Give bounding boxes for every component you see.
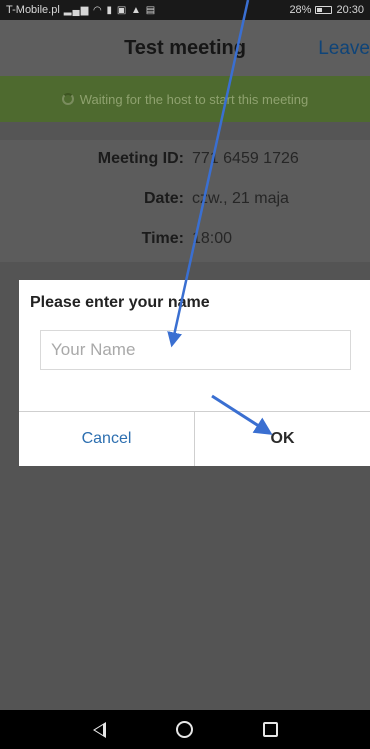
home-icon[interactable] — [175, 721, 193, 738]
cancel-button[interactable]: Cancel — [19, 412, 195, 466]
time-value: 18:00 — [192, 230, 233, 247]
clock: 20:30 — [336, 4, 364, 16]
recent-apps-icon[interactable] — [262, 722, 278, 737]
meeting-id-value: 771 6459 1726 — [192, 150, 299, 167]
date-row: Date: czw., 21 maja — [0, 190, 370, 214]
ok-button[interactable]: OK — [195, 412, 370, 466]
time-label: Time: — [141, 230, 184, 247]
status-bar: T-Mobile.pl ▂▄▆ ◠ ▮ ▣ ▲ ▤ 28% 20:30 — [0, 0, 370, 20]
meeting-id-row: Meeting ID: 771 6459 1726 — [0, 150, 370, 174]
name-input[interactable] — [40, 330, 351, 370]
meeting-id-label: Meeting ID: — [97, 150, 184, 167]
battery-percent: 28% — [289, 4, 312, 16]
android-nav-bar — [0, 710, 370, 749]
leave-button[interactable]: Leave — [318, 38, 370, 60]
meeting-info-panel: Meeting ID: 771 6459 1726 Date: czw., 21… — [0, 140, 370, 262]
date-label: Date: — [143, 190, 184, 207]
date-value: czw., 21 maja — [192, 190, 289, 207]
dialog-title: Please enter your name — [30, 294, 210, 311]
loading-spinner-icon — [61, 93, 74, 105]
back-icon[interactable] — [92, 721, 106, 738]
battery-icon — [315, 6, 333, 14]
app-header: Test meeting Leave — [0, 20, 370, 76]
waiting-text: Waiting for the host to start this meeti… — [79, 91, 309, 107]
waiting-banner: Waiting for the host to start this meeti… — [0, 76, 370, 122]
notification-icons: ▂▄▆ ◠ ▮ ▣ ▲ ▤ — [63, 4, 157, 16]
carrier-label: T-Mobile.pl — [6, 4, 60, 16]
enter-name-dialog: Please enter your name Cancel OK — [19, 280, 370, 466]
dialog-button-bar: Cancel OK — [19, 411, 370, 466]
time-row: Time: 18:00 — [0, 230, 370, 254]
meeting-title: Test meeting — [124, 36, 246, 59]
